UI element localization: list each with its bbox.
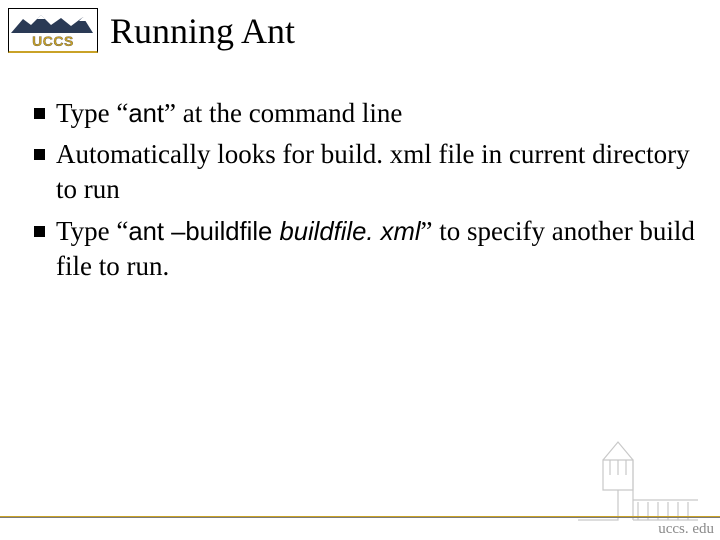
- mountain-icon: [11, 11, 93, 33]
- bullet-text: Automatically looks for build. xml file …: [56, 139, 690, 204]
- slide-body: Type “ant” at the command line Automatic…: [24, 96, 696, 290]
- bullet-code: ant: [128, 100, 164, 128]
- bullet-text: Type “: [56, 216, 128, 246]
- bullet-item: Automatically looks for build. xml file …: [24, 137, 696, 207]
- bullet-item: Type “ant” at the command line: [24, 96, 696, 131]
- bullet-text: ” at the command line: [164, 98, 402, 128]
- slide: UCCS Running Ant Type “ant” at the comma…: [0, 0, 720, 540]
- bullet-text: Type “: [56, 98, 128, 128]
- bullet-list: Type “ant” at the command line Automatic…: [24, 96, 696, 284]
- tower-watermark-icon: [578, 420, 698, 530]
- bullet-item: Type “ant –buildfile buildfile. xml” to …: [24, 214, 696, 284]
- footer-divider: [0, 516, 720, 518]
- logo-text: UCCS: [9, 33, 97, 49]
- footer-url: uccs. edu: [658, 521, 714, 538]
- bullet-code-arg: buildfile. xml: [279, 218, 420, 246]
- bullet-code: ant –buildfile: [128, 218, 279, 246]
- uccs-logo: UCCS: [8, 8, 98, 53]
- slide-header: UCCS Running Ant: [8, 8, 295, 53]
- slide-title: Running Ant: [110, 10, 295, 52]
